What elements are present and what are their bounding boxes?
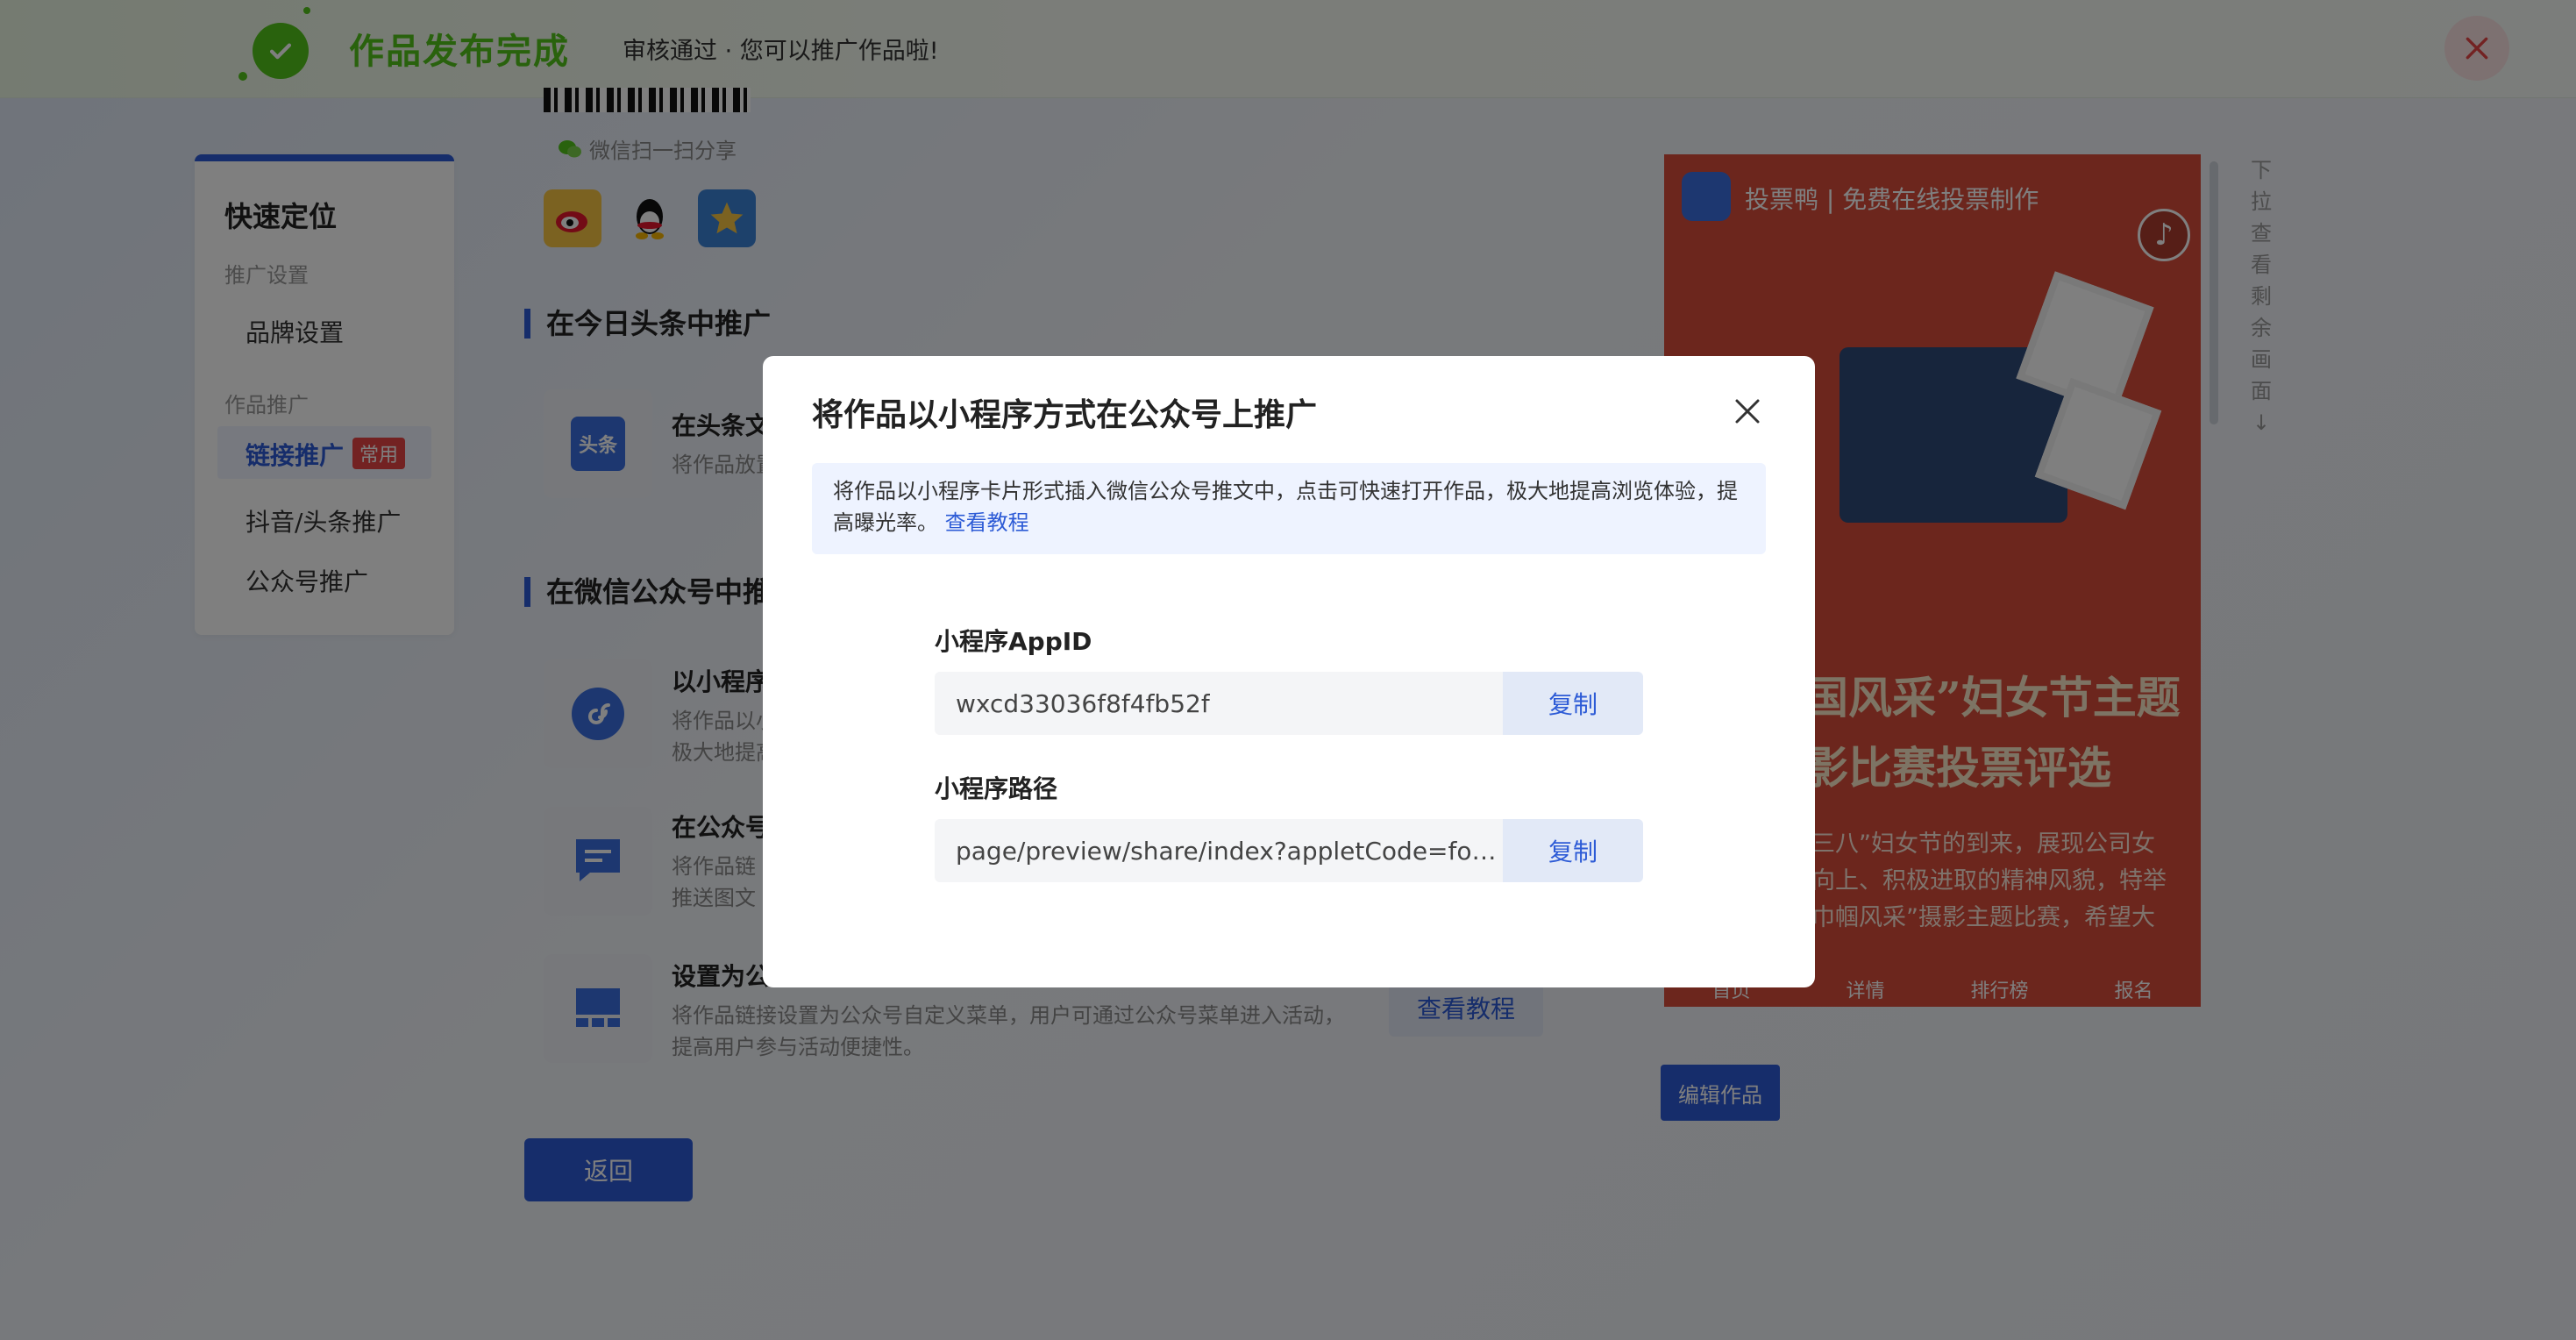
appid-text: wxcd33036f8f4fb52f bbox=[956, 688, 1210, 718]
mini-program-modal: 将作品以小程序方式在公众号上推广 将作品以小程序卡片形式插入微信公众号推文中，点… bbox=[763, 356, 1815, 987]
copy-path-button[interactable]: 复制 bbox=[1503, 819, 1643, 882]
close-icon bbox=[1735, 399, 1760, 424]
modal-close-button[interactable] bbox=[1727, 391, 1768, 431]
modal-title: 将作品以小程序方式在公众号上推广 bbox=[812, 397, 1318, 433]
appid-value[interactable]: wxcd33036f8f4fb52f bbox=[935, 672, 1503, 735]
path-text: page/preview/share/index?appletCode=for.… bbox=[956, 836, 1503, 866]
copy-appid-button[interactable]: 复制 bbox=[1503, 672, 1643, 735]
info-box: 将作品以小程序卡片形式插入微信公众号推文中，点击可快速打开作品，极大地提高浏览体… bbox=[812, 463, 1766, 554]
path-field: page/preview/share/index?appletCode=for.… bbox=[935, 819, 1643, 882]
appid-label: 小程序AppID bbox=[935, 627, 1092, 656]
appid-field: wxcd33036f8f4fb52f 复制 bbox=[935, 672, 1643, 735]
path-label: 小程序路径 bbox=[935, 774, 1058, 803]
path-value[interactable]: page/preview/share/index?appletCode=for.… bbox=[935, 819, 1503, 882]
info-tutorial-link[interactable]: 查看教程 bbox=[945, 510, 1029, 535]
